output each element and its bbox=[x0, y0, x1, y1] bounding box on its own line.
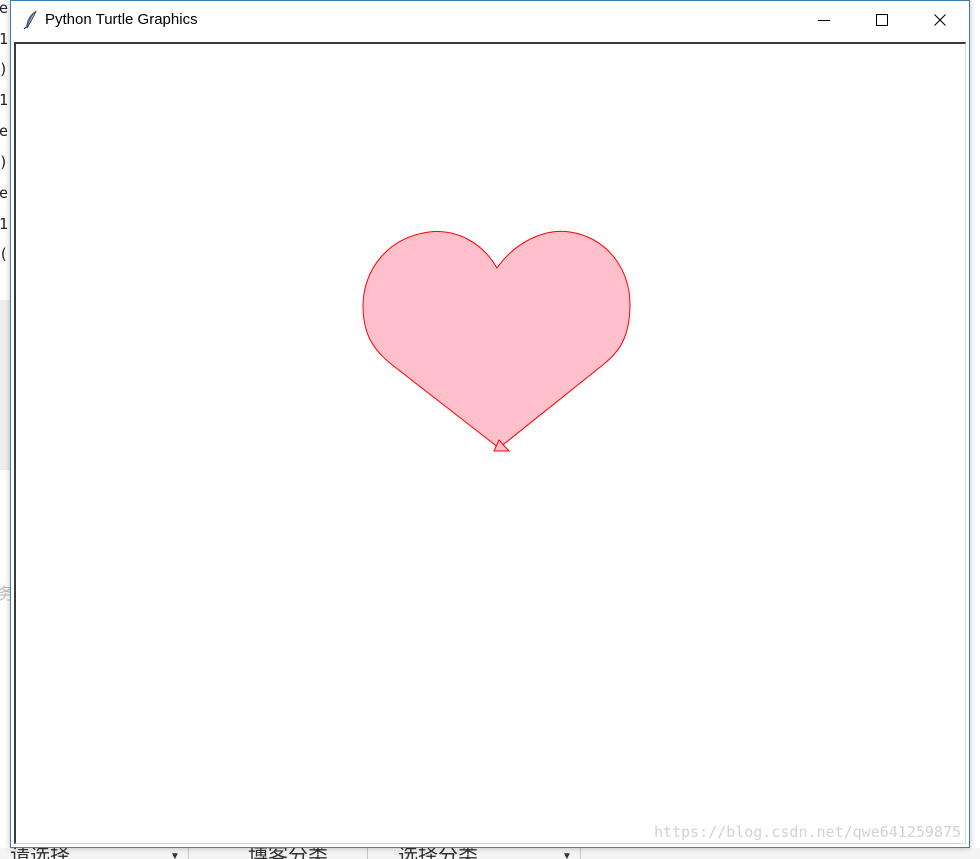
turtle-window: Python Turtle Graphics https://blog.csdn… bbox=[10, 0, 970, 848]
category-select[interactable]: 请选择 bbox=[10, 848, 70, 859]
close-button[interactable] bbox=[911, 1, 969, 39]
drawing-surface bbox=[362, 230, 631, 452]
chevron-down-icon: ▼ bbox=[170, 851, 180, 859]
maximize-button[interactable] bbox=[853, 1, 911, 39]
close-icon bbox=[934, 14, 946, 26]
minimize-button[interactable] bbox=[795, 1, 853, 39]
choose-category-select[interactable]: 选择分类 bbox=[398, 848, 478, 859]
background-gray-panel bbox=[0, 300, 10, 470]
blog-category-field[interactable]: 博客分类 bbox=[248, 848, 328, 859]
desktop: e 1 ) 1 e ) e 1 ( 务 请选择 ▼ 博客分类 选择分类 ▼ Py… bbox=[0, 0, 980, 859]
title-bar[interactable]: Python Turtle Graphics bbox=[11, 1, 969, 39]
minimize-icon bbox=[818, 14, 830, 26]
turtle-canvas[interactable]: https://blog.csdn.net/qwe641259875 bbox=[14, 42, 966, 844]
window-title: Python Turtle Graphics bbox=[45, 11, 198, 28]
watermark-text: https://blog.csdn.net/qwe641259875 bbox=[653, 823, 961, 841]
chevron-down-icon: ▼ bbox=[562, 851, 572, 859]
feather-icon bbox=[23, 10, 39, 30]
background-right-strip bbox=[970, 0, 980, 859]
divider bbox=[367, 848, 368, 859]
background-form-bar: 请选择 ▼ 博客分类 选择分类 ▼ bbox=[0, 848, 980, 859]
divider bbox=[580, 848, 581, 859]
divider bbox=[188, 848, 189, 859]
heart-shape bbox=[362, 230, 631, 449]
maximize-icon bbox=[876, 14, 888, 26]
